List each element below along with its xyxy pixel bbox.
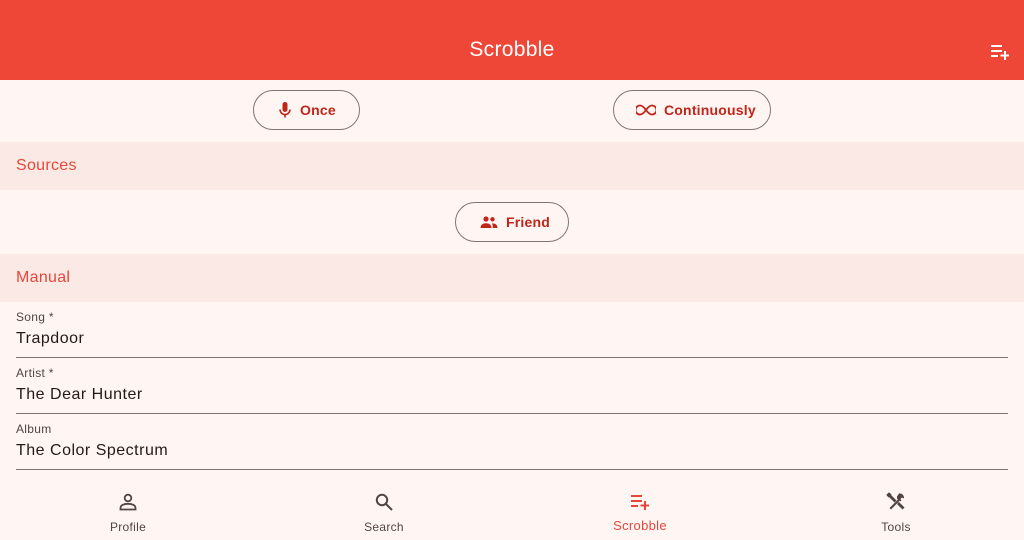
tools-icon: [886, 490, 906, 514]
nav-label-scrobble: Scrobble: [613, 518, 667, 533]
search-icon: [375, 490, 393, 514]
person-icon: [119, 490, 137, 514]
continuously-label: Continuously: [664, 102, 756, 118]
nav-item-profile[interactable]: Profile: [0, 480, 256, 540]
nav-item-scrobble[interactable]: Scrobble: [512, 480, 768, 540]
bottom-navigation: Profile Search Scrobble Tools: [0, 480, 1024, 540]
infinity-icon: [636, 104, 656, 116]
artist-field-label: Artist *: [16, 366, 54, 380]
album-field[interactable]: Album The Color Spectrum: [16, 414, 1008, 470]
people-icon: [480, 216, 498, 228]
nav-item-tools[interactable]: Tools: [768, 480, 1024, 540]
playlist-add-icon[interactable]: [988, 40, 1012, 64]
nav-label-search: Search: [364, 520, 404, 534]
album-field-value[interactable]: The Color Spectrum: [16, 442, 168, 460]
once-label: Once: [300, 102, 336, 118]
song-field-value[interactable]: Trapdoor: [16, 330, 84, 348]
artist-field-value[interactable]: The Dear Hunter: [16, 386, 143, 404]
friend-button[interactable]: Friend: [455, 202, 569, 242]
nav-label-tools: Tools: [881, 520, 911, 534]
continuously-button[interactable]: Continuously: [613, 90, 771, 130]
sources-header: Sources: [0, 142, 1024, 190]
nav-item-search[interactable]: Search: [256, 480, 512, 540]
song-field[interactable]: Song * Trapdoor: [16, 302, 1008, 358]
manual-header: Manual: [0, 254, 1024, 302]
nav-label-profile: Profile: [109, 520, 147, 534]
artist-field[interactable]: Artist * The Dear Hunter: [16, 358, 1008, 414]
playlist-add-icon: [631, 490, 649, 514]
mic-icon: [279, 102, 291, 118]
friend-label: Friend: [506, 214, 550, 230]
scrobble-mode-row: Once Continuously: [0, 80, 1024, 141]
top-app-bar: Scrobble: [0, 0, 1024, 80]
page-title: Scrobble: [469, 38, 555, 61]
once-button[interactable]: Once: [253, 90, 360, 130]
song-field-label: Song *: [16, 310, 54, 324]
app-root: Scrobble Once Continuously Sources Frien…: [0, 0, 1024, 540]
album-field-label: Album: [16, 422, 52, 436]
